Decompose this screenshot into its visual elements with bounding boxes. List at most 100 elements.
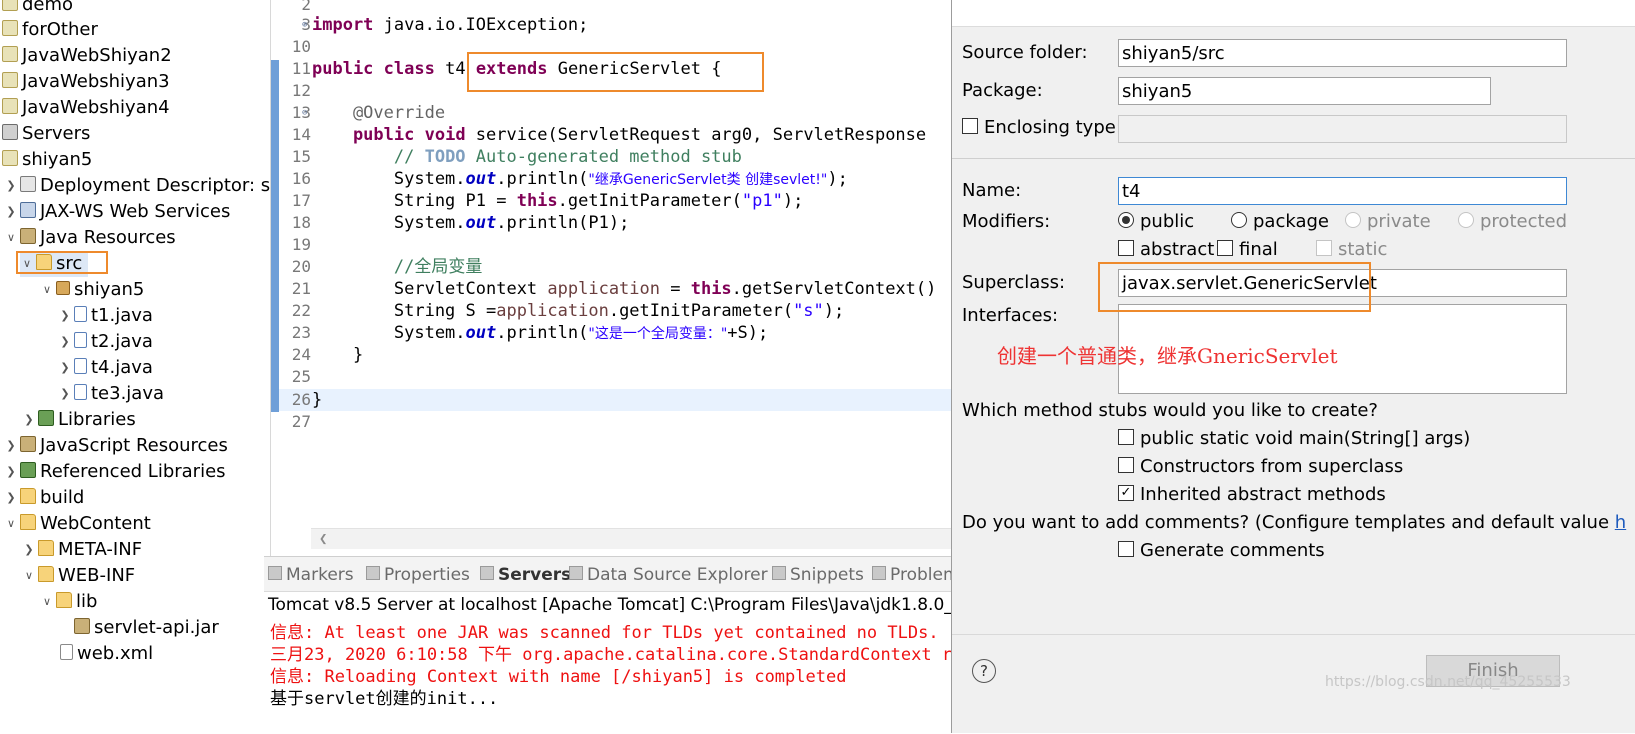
stub-constructors-option[interactable]: Constructors from superclass xyxy=(1118,454,1403,480)
tree-item-t4-java[interactable]: ❯ t4.java xyxy=(58,355,153,381)
annotation-note: 创建一个普通类，继承GnericServlet xyxy=(997,344,1338,368)
chevron-right-icon[interactable]: ❯ xyxy=(4,459,18,485)
tree-item-t2-java[interactable]: ❯ t2.java xyxy=(58,329,153,355)
problems-icon xyxy=(872,566,886,580)
chevron-right-icon[interactable]: ❯ xyxy=(4,173,18,199)
tab-properties[interactable]: Properties xyxy=(366,563,470,587)
chevron-right-icon[interactable]: ❯ xyxy=(4,433,18,459)
tree-item-servlet-api-jar[interactable]: servlet-api.jar xyxy=(72,615,219,641)
console-line: 信息: Reloading Context with name [/shiyan… xyxy=(270,667,847,687)
chevron-right-icon[interactable]: ❯ xyxy=(4,485,18,511)
inherited-checkbox[interactable]: ✓ xyxy=(1118,485,1134,501)
project-icon xyxy=(2,46,18,62)
tree-item-shiyan5[interactable]: shiyan5 xyxy=(0,147,92,173)
tree-item-webcontent[interactable]: ∨ WebContent xyxy=(4,511,151,537)
project-explorer: demo forOther JavaWebShiyan2 JavaWebshiy… xyxy=(0,0,271,733)
modifier-private: private xyxy=(1345,209,1431,235)
tab-data-source-explorer[interactable]: Data Source Explorer xyxy=(569,563,768,587)
servers-icon xyxy=(480,566,494,580)
final-checkbox[interactable] xyxy=(1217,240,1233,256)
package-radio[interactable] xyxy=(1231,212,1247,228)
main-checkbox[interactable] xyxy=(1118,429,1134,445)
modifier-public[interactable]: public xyxy=(1118,209,1194,235)
final-option[interactable]: final xyxy=(1217,237,1278,263)
modifier-package[interactable]: package xyxy=(1231,209,1329,235)
tree-item-lib[interactable]: ∨ lib xyxy=(40,589,97,615)
tab-servers[interactable]: Servers xyxy=(480,563,571,587)
configure-templates-link[interactable]: h xyxy=(1615,512,1626,533)
tree-item-javawebshiyan4[interactable]: JavaWebshiyan4 xyxy=(0,95,170,121)
chevron-down-icon[interactable]: ∨ xyxy=(22,563,36,589)
chevron-right-icon[interactable]: ❯ xyxy=(58,329,72,355)
package-icon xyxy=(56,281,70,295)
tree-item-servers[interactable]: Servers xyxy=(0,121,90,147)
project-icon xyxy=(2,98,18,114)
tab-problems[interactable]: Problem xyxy=(872,563,951,587)
chevron-down-icon[interactable]: ∨ xyxy=(40,277,54,303)
enclosing-type-option[interactable]: Enclosing type: xyxy=(962,115,1122,141)
abstract-option[interactable]: abstract xyxy=(1118,237,1214,263)
tab-markers[interactable]: Markers xyxy=(268,563,354,587)
tree-item-jax-ws[interactable]: ❯ JAX-WS Web Services xyxy=(4,199,230,225)
constructors-checkbox[interactable] xyxy=(1118,457,1134,473)
tree-item-web-inf[interactable]: ∨ WEB-INF xyxy=(22,563,135,589)
fold-collapse-icon[interactable]: ⊖ xyxy=(302,102,307,124)
fold-expand-icon[interactable]: ⊕ xyxy=(302,14,307,36)
tree-item-java-resources[interactable]: ∨ Java Resources xyxy=(4,225,176,251)
private-radio xyxy=(1345,212,1361,228)
chevron-right-icon[interactable]: ❯ xyxy=(4,199,18,225)
package-label: Package: xyxy=(962,80,1043,101)
java-resources-icon xyxy=(20,228,36,244)
tree-item-te3-java[interactable]: ❯ te3.java xyxy=(58,381,164,407)
tree-item-t1-java[interactable]: ❯ t1.java xyxy=(58,303,153,329)
chevron-right-icon[interactable]: ❯ xyxy=(22,407,36,433)
horizontal-scrollbar[interactable]: ❮ xyxy=(311,528,951,549)
enclosing-type-checkbox[interactable] xyxy=(962,118,978,134)
xml-file-icon xyxy=(60,644,73,660)
folder-icon xyxy=(20,514,36,530)
tree-item-forother[interactable]: forOther xyxy=(0,17,98,43)
package-input[interactable]: shiyan5 xyxy=(1118,77,1491,105)
tree-item-javawebshiyan3[interactable]: JavaWebshiyan3 xyxy=(0,69,170,95)
chevron-right-icon[interactable]: ❯ xyxy=(58,355,72,381)
scroll-left-icon[interactable]: ❮ xyxy=(319,529,327,549)
console-line: 基于servlet创建的init... xyxy=(270,689,499,709)
chevron-down-icon[interactable]: ∨ xyxy=(4,225,18,251)
folder-icon xyxy=(56,592,72,608)
tree-item-libraries[interactable]: ❯ Libraries xyxy=(22,407,135,433)
abstract-checkbox[interactable] xyxy=(1118,240,1134,256)
source-folder-input[interactable]: shiyan5/src xyxy=(1118,39,1567,67)
change-marker xyxy=(271,60,279,412)
comments-question: Do you want to add comments? (Configure … xyxy=(962,512,1627,533)
tree-item-meta-inf[interactable]: ❯ META-INF xyxy=(22,537,142,563)
generate-comments-option[interactable]: Generate comments xyxy=(1118,538,1325,564)
descriptor-icon xyxy=(20,176,36,192)
project-icon xyxy=(2,150,18,166)
tree-item-javawebshiyan2[interactable]: JavaWebShiyan2 xyxy=(0,43,172,69)
panel-tab-bar: Markers Properties Servers Data Source E… xyxy=(264,557,951,592)
project-icon xyxy=(2,72,18,88)
java-file-icon xyxy=(74,332,87,348)
tree-item-javascript-resources[interactable]: ❯ JavaScript Resources xyxy=(4,433,227,459)
tab-snippets[interactable]: Snippets xyxy=(772,563,864,587)
tree-item-web-xml[interactable]: web.xml xyxy=(58,641,153,667)
chevron-right-icon[interactable]: ❯ xyxy=(22,537,36,563)
tree-item-referenced-libraries[interactable]: ❯ Referenced Libraries xyxy=(4,459,225,485)
modifiers-label: Modifiers: xyxy=(962,211,1051,232)
tree-item-deployment-descriptor[interactable]: ❯ Deployment Descriptor: sh xyxy=(4,173,270,199)
chevron-down-icon[interactable]: ∨ xyxy=(40,589,54,615)
enclosing-type-input xyxy=(1118,115,1567,143)
stub-inherited-option[interactable]: ✓ Inherited abstract methods xyxy=(1118,482,1386,508)
public-radio[interactable] xyxy=(1118,212,1134,228)
generate-comments-checkbox[interactable] xyxy=(1118,541,1134,557)
chevron-right-icon[interactable]: ❯ xyxy=(58,303,72,329)
chevron-down-icon[interactable]: ∨ xyxy=(4,511,18,537)
help-icon[interactable]: ? xyxy=(972,659,996,683)
tree-item-demo[interactable]: demo xyxy=(0,0,73,18)
name-input[interactable]: t4 xyxy=(1118,177,1567,205)
project-icon xyxy=(2,20,18,36)
tree-item-build[interactable]: ❯ build xyxy=(4,485,84,511)
chevron-right-icon[interactable]: ❯ xyxy=(58,381,72,407)
tree-item-package-shiyan5[interactable]: ∨ shiyan5 xyxy=(40,277,144,303)
stub-main-option[interactable]: public static void main(String[] args) xyxy=(1118,426,1470,452)
